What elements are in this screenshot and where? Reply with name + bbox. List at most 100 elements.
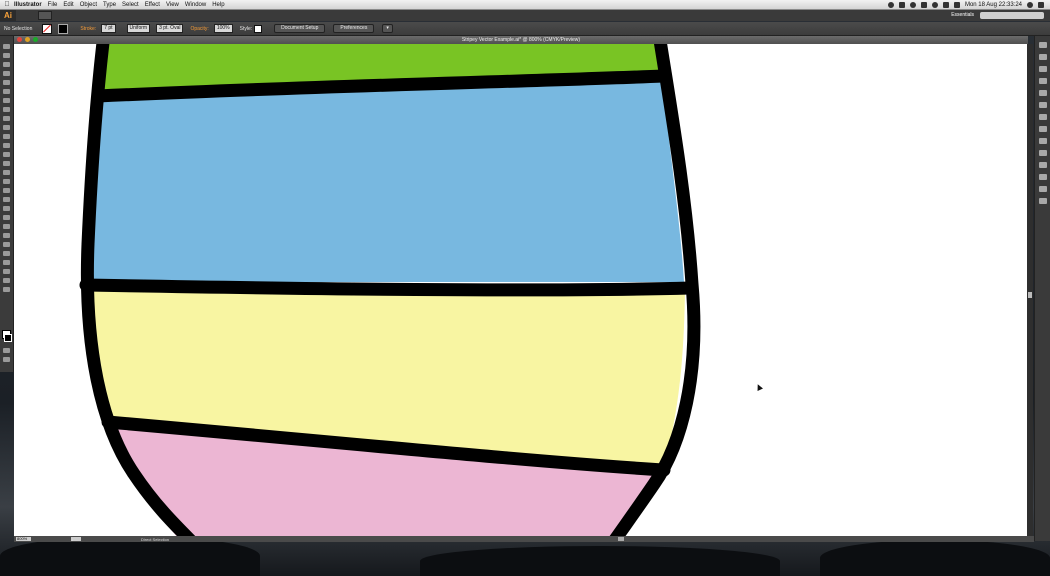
align-panel-icon[interactable] — [1039, 186, 1047, 192]
stroke-swatch[interactable] — [58, 23, 69, 34]
workspace-switcher[interactable]: Essentials — [951, 12, 974, 18]
menu-view[interactable]: View — [166, 2, 185, 8]
artboard-navigation[interactable]: 1 — [71, 537, 81, 542]
pathfinder-panel-icon[interactable] — [1039, 198, 1047, 204]
zoom-level-field[interactable]: 800% — [16, 537, 31, 541]
desktop-rock — [420, 546, 780, 576]
menubar-clock[interactable]: Mon 18 Aug 22:33:24 — [965, 2, 1022, 8]
menu-select[interactable]: Select — [122, 2, 145, 8]
menu-file[interactable]: File — [48, 2, 64, 8]
battery-icon[interactable] — [953, 1, 960, 8]
gradient-tool-icon[interactable] — [3, 215, 10, 220]
vertical-scroll-thumb[interactable] — [1028, 292, 1032, 298]
cloud-icon[interactable] — [909, 1, 916, 8]
desktop-rock — [820, 540, 1050, 576]
status-icon[interactable] — [887, 1, 894, 8]
rotate-tool-icon[interactable] — [3, 152, 10, 157]
current-tool-status[interactable]: Direct Selection — [141, 537, 169, 542]
menu-app-name[interactable]: Illustrator — [14, 2, 48, 8]
color-guide-panel-icon[interactable] — [1039, 54, 1047, 60]
help-search-input[interactable] — [980, 12, 1044, 19]
vertical-scrollbar[interactable] — [1027, 44, 1033, 536]
pen-tool-icon[interactable] — [3, 80, 10, 85]
opacity-label[interactable]: Opacity: — [190, 26, 208, 32]
search-icon[interactable] — [1027, 1, 1033, 8]
magic-wand-tool-icon[interactable] — [3, 62, 10, 67]
width-tool-icon[interactable] — [3, 170, 10, 175]
graphic-styles-panel-icon[interactable] — [1039, 150, 1047, 156]
arrange-documents-icon[interactable] — [38, 11, 52, 20]
horizontal-scroll-thumb[interactable] — [618, 537, 624, 541]
free-transform-tool-icon[interactable] — [3, 179, 10, 184]
line-tool-icon[interactable] — [3, 98, 10, 103]
artboard-tool-icon[interactable] — [3, 260, 10, 265]
status-bar: 800% 1 Direct Selection — [14, 536, 1034, 542]
arrange-icon[interactable]: ▾ — [382, 24, 393, 33]
swatches-panel-icon[interactable] — [1039, 66, 1047, 72]
type-tool-icon[interactable] — [3, 89, 10, 94]
stroke-panel-icon[interactable] — [1039, 102, 1047, 108]
artboards-panel-icon[interactable] — [1039, 174, 1047, 180]
hand-tool-icon[interactable] — [3, 278, 10, 283]
scale-tool-icon[interactable] — [3, 161, 10, 166]
rectangle-tool-icon[interactable] — [3, 107, 10, 112]
lasso-tool-icon[interactable] — [3, 71, 10, 76]
transparency-panel-icon[interactable] — [1039, 126, 1047, 132]
layers-panel-icon[interactable] — [1039, 162, 1047, 168]
fill-swatch[interactable] — [42, 23, 53, 34]
document-tab-title[interactable]: Stripey Vector Example.ai* @ 800% (CMYK/… — [14, 37, 1028, 43]
stroke-label[interactable]: Stroke: — [80, 26, 96, 32]
menu-window[interactable]: Window — [185, 2, 212, 8]
gradient-panel-icon[interactable] — [1039, 114, 1047, 120]
application-bar: Ai Essentials — [0, 10, 1050, 21]
control-bar: No Selection Stroke: 7 pt Uniform 3 pt. … — [0, 22, 1050, 36]
symbol-sprayer-tool-icon[interactable] — [3, 242, 10, 247]
apple-icon[interactable]:  — [0, 1, 14, 8]
stripe-blue[interactable] — [92, 78, 684, 282]
perspective-grid-tool-icon[interactable] — [3, 197, 10, 202]
color-panel-icon[interactable] — [1039, 42, 1047, 48]
bluetooth-icon[interactable] — [920, 1, 927, 8]
opacity-field[interactable]: 100% — [213, 24, 233, 33]
slice-tool-icon[interactable] — [3, 269, 10, 274]
paintbrush-tool-icon[interactable] — [3, 116, 10, 121]
dropbox-icon[interactable] — [898, 1, 905, 8]
screen-mode-icon[interactable] — [3, 357, 10, 362]
notifications-icon[interactable] — [1038, 1, 1044, 8]
preferences-button[interactable]: Preferences — [333, 24, 375, 33]
artboard-canvas[interactable] — [14, 44, 1027, 536]
blend-tool-icon[interactable] — [3, 233, 10, 238]
menu-type[interactable]: Type — [103, 2, 122, 8]
menu-effect[interactable]: Effect — [145, 2, 166, 8]
mesh-tool-icon[interactable] — [3, 206, 10, 211]
symbols-panel-icon[interactable] — [1039, 90, 1047, 96]
appearance-panel-icon[interactable] — [1039, 138, 1047, 144]
desktop-rock — [0, 536, 260, 576]
pencil-tool-icon[interactable] — [3, 125, 10, 130]
direct-selection-tool-icon[interactable] — [3, 53, 10, 58]
drawing-mode-icon[interactable] — [3, 348, 10, 353]
stripey-vector-artwork[interactable] — [14, 44, 1027, 536]
selection-status: No Selection — [4, 25, 33, 32]
eraser-tool-icon[interactable] — [3, 143, 10, 148]
wifi-icon[interactable] — [931, 1, 938, 8]
eyedropper-tool-icon[interactable] — [3, 224, 10, 229]
menu-help[interactable]: Help — [212, 2, 230, 8]
ai-logo-icon: Ai — [0, 10, 16, 21]
zoom-tool-icon[interactable] — [3, 287, 10, 292]
column-graph-tool-icon[interactable] — [3, 251, 10, 256]
menu-edit[interactable]: Edit — [63, 2, 79, 8]
graphic-style-swatch[interactable] — [254, 24, 263, 33]
brush-definition[interactable]: 3 pt. Oval — [156, 24, 184, 33]
blob-brush-tool-icon[interactable] — [3, 134, 10, 139]
selection-tool-icon[interactable] — [3, 44, 10, 49]
stroke-color-swatch[interactable] — [4, 334, 12, 342]
tools-panel — [0, 36, 14, 372]
menu-object[interactable]: Object — [80, 2, 103, 8]
volume-icon[interactable] — [942, 1, 949, 8]
document-setup-button[interactable]: Document Setup — [274, 24, 326, 33]
brushes-panel-icon[interactable] — [1039, 78, 1047, 84]
shape-builder-tool-icon[interactable] — [3, 188, 10, 193]
stroke-weight-field[interactable]: 7 pt — [101, 24, 116, 33]
variable-width-profile[interactable]: Uniform — [126, 24, 151, 33]
